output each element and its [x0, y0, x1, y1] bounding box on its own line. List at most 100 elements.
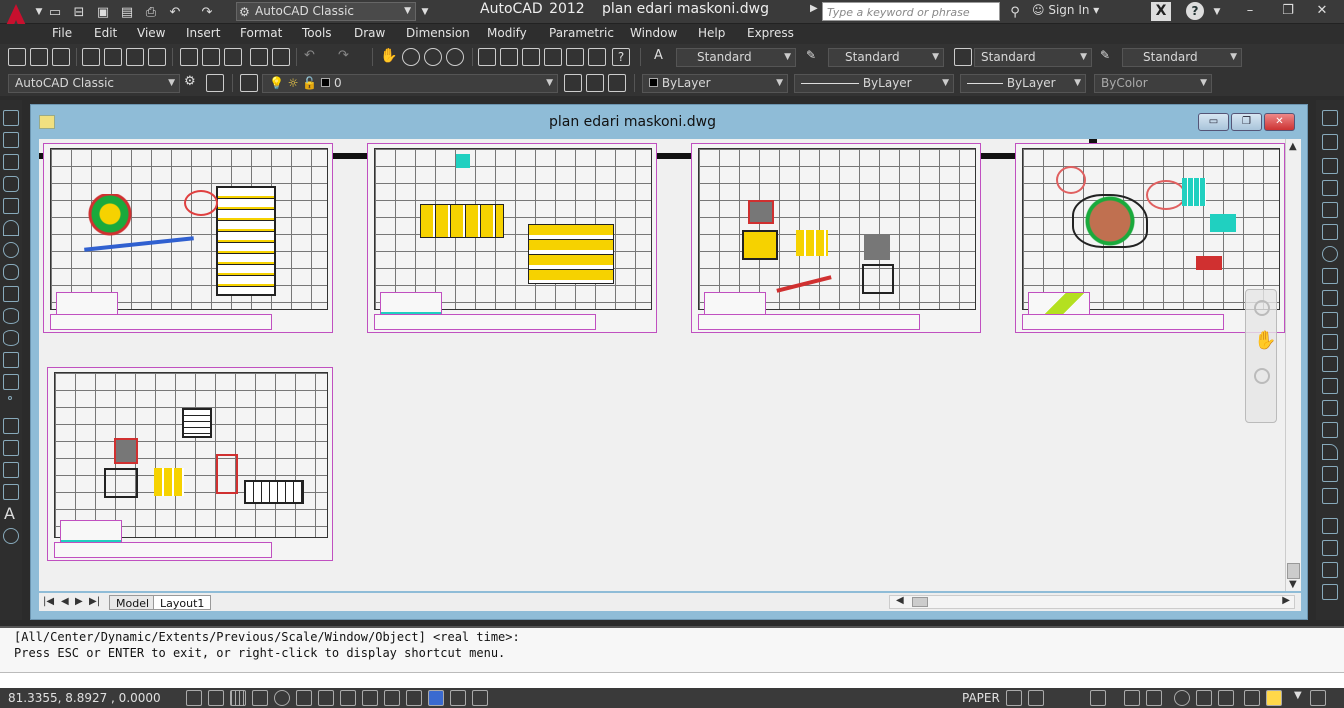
layout-view-icon[interactable] — [1028, 690, 1044, 706]
make-block-icon[interactable] — [3, 374, 19, 390]
model-view-icon[interactable] — [1006, 690, 1022, 706]
menu-file[interactable]: File — [52, 26, 72, 40]
cut-icon[interactable] — [180, 48, 198, 66]
pan-nav-icon[interactable]: ✋ — [1254, 330, 1276, 351]
pan-icon[interactable]: ✋ — [380, 48, 398, 66]
menu-modify[interactable]: Modify — [487, 26, 527, 40]
print-icon[interactable] — [82, 48, 100, 66]
tab-layout1[interactable]: Layout1 — [153, 595, 212, 610]
tool-palettes-icon[interactable] — [522, 48, 540, 66]
open-icon[interactable]: ⊟ — [70, 3, 88, 21]
circle-icon[interactable] — [3, 242, 19, 258]
scale-icon[interactable] — [1322, 268, 1338, 284]
tab-model[interactable]: Model — [109, 595, 157, 610]
multileader-style-select[interactable]: Standard ▼ — [1122, 48, 1242, 67]
line-tool-icon[interactable] — [3, 110, 19, 126]
dynamic-ucs-icon[interactable] — [362, 690, 378, 706]
infer-constraints-icon[interactable] — [186, 690, 202, 706]
text-style-select[interactable]: Standard ▼ — [676, 48, 796, 67]
draworder-above-icon[interactable] — [1322, 562, 1338, 578]
help-icon[interactable]: ? — [1186, 2, 1204, 20]
drawing-sheet-1[interactable] — [43, 143, 333, 333]
new-icon[interactable]: ▭ — [46, 3, 64, 21]
scroll-right-icon[interactable]: ▶ — [1282, 595, 1290, 606]
menu-window[interactable]: Window — [630, 26, 677, 40]
polygon-icon[interactable] — [3, 176, 19, 192]
zoom-previous-icon[interactable] — [446, 48, 464, 66]
menu-edit[interactable]: Edit — [94, 26, 117, 40]
open-file-icon[interactable] — [30, 48, 48, 66]
ortho-mode-icon[interactable] — [252, 690, 268, 706]
table-icon[interactable] — [3, 484, 19, 500]
paper-space-canvas[interactable]: ✋ — [39, 139, 1285, 591]
help-caret-icon[interactable]: ▼ — [1208, 3, 1226, 21]
menu-tools[interactable]: Tools — [302, 26, 332, 40]
layer-states-icon[interactable] — [608, 74, 626, 92]
quick-properties-icon[interactable] — [450, 690, 466, 706]
construction-line-icon[interactable] — [3, 132, 19, 148]
multiline-text-icon[interactable]: A — [4, 504, 15, 523]
table-style-icon[interactable] — [954, 48, 972, 66]
scroll-left-icon[interactable]: ◀ — [896, 595, 904, 606]
dim-style-select[interactable]: Standard ▼ — [828, 48, 944, 67]
plotstyle-select[interactable]: ByColor ▼ — [1094, 74, 1212, 93]
3d-object-snap-icon[interactable] — [318, 690, 334, 706]
ellipse-arc-icon[interactable] — [3, 330, 19, 346]
hardware-acceleration-icon[interactable] — [1218, 690, 1234, 706]
revision-cloud-icon[interactable] — [3, 264, 19, 280]
bulb-icon[interactable] — [1266, 690, 1282, 706]
block-editor-icon[interactable] — [272, 48, 290, 66]
join-icon[interactable] — [1322, 400, 1338, 416]
steering-wheel-icon[interactable] — [1254, 300, 1270, 316]
menu-parametric[interactable]: Parametric — [549, 26, 614, 40]
undo-toolbar-icon[interactable]: ↶ — [304, 48, 322, 66]
plot-preview-icon[interactable] — [104, 48, 122, 66]
isolate-objects-icon[interactable] — [1244, 690, 1260, 706]
extend-icon[interactable] — [1322, 334, 1338, 350]
markup-icon[interactable] — [566, 48, 584, 66]
clean-screen-icon[interactable] — [1310, 690, 1326, 706]
selection-cycling-icon[interactable] — [472, 690, 488, 706]
menu-format[interactable]: Format — [240, 26, 282, 40]
table-style-select[interactable]: Standard ▼ — [974, 48, 1092, 67]
drawing-sheet-2[interactable] — [367, 143, 657, 333]
publish-icon[interactable] — [126, 48, 144, 66]
fillet-icon[interactable] — [1322, 444, 1338, 460]
quickcalc-icon[interactable] — [588, 48, 606, 66]
drawing-minimize-button[interactable]: ▭ — [1198, 113, 1229, 131]
draworder-front-icon[interactable] — [1322, 518, 1338, 534]
workspace-select[interactable]: ⚙ AutoCAD Classic ▼ — [236, 2, 416, 21]
break-at-point-icon[interactable] — [1322, 356, 1338, 372]
exchange-icon[interactable]: X — [1151, 2, 1171, 21]
zoom-window-icon[interactable] — [424, 48, 442, 66]
maximize-viewport-icon[interactable] — [1090, 690, 1106, 706]
arc-icon[interactable] — [3, 220, 19, 236]
rotate-icon[interactable] — [1322, 246, 1338, 262]
horizontal-scroll-thumb[interactable] — [912, 597, 928, 607]
break-icon[interactable] — [1322, 378, 1338, 394]
layer-select[interactable]: 💡 ☼ 🔓 0 ▼ — [262, 74, 558, 93]
dim-style-icon[interactable]: ✎ — [806, 48, 824, 66]
search-input[interactable]: Type a keyword or phrase — [822, 2, 1000, 21]
stretch-icon[interactable] — [1322, 290, 1338, 306]
status-menu-caret-icon[interactable]: ▼ — [1294, 690, 1302, 701]
add-selected-icon[interactable] — [3, 528, 19, 544]
polar-tracking-icon[interactable] — [274, 690, 290, 706]
make-current-layer-icon[interactable] — [564, 74, 582, 92]
design-center-icon[interactable] — [500, 48, 518, 66]
workspace-settings-icon[interactable]: ⚙ — [184, 74, 202, 92]
hatch-icon[interactable] — [3, 418, 19, 434]
match-properties-icon[interactable] — [250, 48, 268, 66]
sheet-set-icon[interactable] — [544, 48, 562, 66]
grid-display-icon[interactable] — [230, 690, 246, 706]
scroll-down-icon[interactable]: ▼ — [1289, 579, 1297, 590]
rectangle-icon[interactable] — [3, 198, 19, 214]
menu-help[interactable]: Help — [698, 26, 725, 40]
redo-toolbar-icon[interactable]: ↷ — [338, 48, 356, 66]
ellipse-icon[interactable] — [3, 308, 19, 324]
last-tab-icon[interactable]: ▶| — [89, 596, 100, 607]
zoom-realtime-icon[interactable] — [402, 48, 420, 66]
drawing-sheet-3[interactable] — [691, 143, 981, 333]
close-icon[interactable]: ✕ — [1300, 0, 1344, 22]
spline-icon[interactable] — [3, 286, 19, 302]
